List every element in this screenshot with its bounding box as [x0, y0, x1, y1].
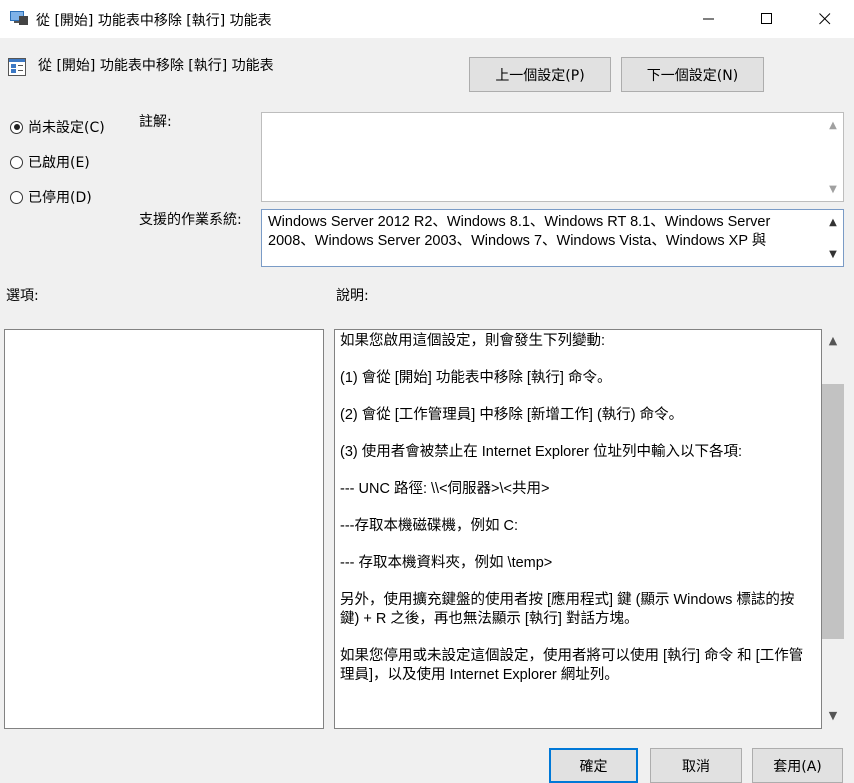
scrollbar-thumb[interactable]: [822, 384, 844, 639]
help-paragraph: --- UNC 路徑: \\<伺服器>\<共用>: [340, 481, 550, 497]
apply-button[interactable]: 套用(A): [752, 748, 843, 783]
ok-button[interactable]: 確定: [549, 748, 638, 783]
help-paragraph: 另外，使用擴充鍵盤的使用者按 [應用程式] 鍵 (顯示 Windows 標誌的按…: [340, 592, 795, 627]
policy-setting-icon: [8, 58, 26, 76]
comment-textarea[interactable]: ▲ ▼: [261, 112, 844, 202]
title-bar: 從 [開始] 功能表中移除 [執行] 功能表: [0, 0, 854, 38]
group-policy-icon: [10, 11, 28, 25]
scroll-up-icon[interactable]: ▲: [825, 332, 841, 348]
help-paragraph: (2) 會從 [工作管理員] 中移除 [新增工作] (執行) 命令。: [340, 407, 684, 423]
radio-button[interactable]: [10, 120, 23, 134]
radio-disabled[interactable]: 已停用(D): [10, 187, 92, 207]
scroll-up-icon[interactable]: ▲: [825, 214, 841, 230]
help-paragraph: 如果您啟用這個設定，則會發生下列變動:: [340, 333, 606, 349]
window-title: 從 [開始] 功能表中移除 [執行] 功能表: [36, 13, 272, 29]
radio-label: 已啟用(E): [28, 155, 90, 171]
maximize-button[interactable]: [738, 0, 796, 38]
help-paragraph: (3) 使用者會被禁止在 Internet Explorer 位址列中輸入以下各…: [340, 444, 743, 460]
radio-label: 已停用(D): [28, 190, 92, 206]
scroll-up-icon[interactable]: ▲: [825, 117, 841, 133]
radio-button[interactable]: [10, 155, 23, 169]
maximize-icon: [761, 13, 772, 24]
options-label: 選項:: [6, 288, 39, 304]
supported-os-field[interactable]: Windows Server 2012 R2、Windows 8.1、Windo…: [261, 209, 844, 267]
close-button[interactable]: [796, 0, 854, 38]
options-panel: [4, 329, 324, 729]
scroll-down-icon[interactable]: ▼: [825, 707, 841, 723]
help-paragraph: ---存取本機磁碟機，例如 C:: [340, 518, 519, 534]
radio-enabled[interactable]: 已啟用(E): [10, 152, 90, 172]
minimize-button[interactable]: [680, 0, 738, 38]
supported-os-label: 支援的作業系統:: [139, 212, 242, 228]
radio-label: 尚未設定(C): [28, 120, 105, 136]
scroll-down-icon[interactable]: ▼: [825, 181, 841, 197]
minimize-icon: [703, 18, 714, 20]
help-paragraph: 如果您停用或未設定這個設定，使用者將可以使用 [執行] 命令 和 [工作管理員]…: [340, 648, 804, 683]
help-text: 如果您啟用這個設定，則會發生下列變動: (1) 會從 [開始] 功能表中移除 […: [340, 330, 810, 703]
previous-setting-button[interactable]: 上一個設定(P): [469, 57, 611, 92]
help-paragraph: --- 存取本機資料夾，例如 \temp>: [340, 555, 553, 571]
policy-title: 從 [開始] 功能表中移除 [執行] 功能表: [38, 58, 274, 74]
help-scrollbar[interactable]: ▲ ▼: [822, 329, 844, 729]
scroll-down-icon[interactable]: ▼: [825, 246, 841, 262]
cancel-button[interactable]: 取消: [650, 748, 742, 783]
help-paragraph: (1) 會從 [開始] 功能表中移除 [執行] 命令。: [340, 370, 612, 386]
supported-os-value: Windows Server 2012 R2、Windows 8.1、Windo…: [268, 214, 771, 249]
radio-button[interactable]: [10, 190, 23, 204]
help-label: 說明:: [336, 288, 369, 304]
help-panel: 如果您啟用這個設定，則會發生下列變動: (1) 會從 [開始] 功能表中移除 […: [334, 329, 822, 729]
comment-label: 註解:: [139, 114, 172, 130]
close-icon: [819, 13, 831, 25]
next-setting-button[interactable]: 下一個設定(N): [621, 57, 764, 92]
radio-not-configured[interactable]: 尚未設定(C): [10, 117, 105, 137]
